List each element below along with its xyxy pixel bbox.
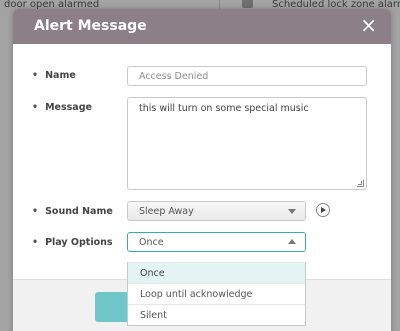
sound-name-value: Sleep Away (139, 206, 194, 217)
bullet-icon: • (32, 206, 39, 217)
bullet-icon: • (32, 237, 39, 248)
play-options-value: Once (139, 237, 164, 248)
dropdown-option-once[interactable]: Once (128, 262, 305, 283)
resize-handle-icon[interactable] (357, 180, 364, 187)
sound-name-label: • Sound Name (32, 206, 113, 217)
dialog-header: Alert Message × (13, 9, 391, 44)
alert-message-dialog: Alert Message × • Name Access Denied • Mes… (13, 9, 391, 331)
sound-name-select[interactable]: Sleep Away (127, 201, 306, 221)
play-icon (321, 207, 326, 213)
play-options-label: • Play Options (32, 237, 113, 248)
play-sound-button[interactable] (316, 203, 330, 217)
dropdown-option-silent[interactable]: Silent (128, 304, 305, 325)
chevron-down-icon (288, 209, 296, 214)
background-checkbox (242, 0, 253, 8)
bullet-icon: • (32, 102, 39, 113)
message-text: this will turn on some special music (139, 103, 309, 114)
play-options-dropdown: Once Loop until acknowledge Silent (127, 262, 306, 326)
bullet-icon: • (32, 70, 39, 81)
dialog-title: Alert Message (34, 18, 147, 34)
dialog-body: • Name Access Denied • Message this will t… (13, 44, 391, 274)
message-textarea[interactable]: this will turn on some special music (127, 97, 367, 190)
play-options-select[interactable]: Once (127, 232, 306, 252)
name-label: • Name (32, 70, 76, 81)
close-icon[interactable]: × (360, 13, 377, 37)
name-field[interactable]: Access Denied (127, 66, 367, 86)
chevron-up-icon (288, 239, 296, 244)
dropdown-option-loop[interactable]: Loop until acknowledge (128, 283, 305, 304)
message-label: • Message (32, 102, 92, 113)
name-placeholder: Access Denied (139, 71, 209, 82)
